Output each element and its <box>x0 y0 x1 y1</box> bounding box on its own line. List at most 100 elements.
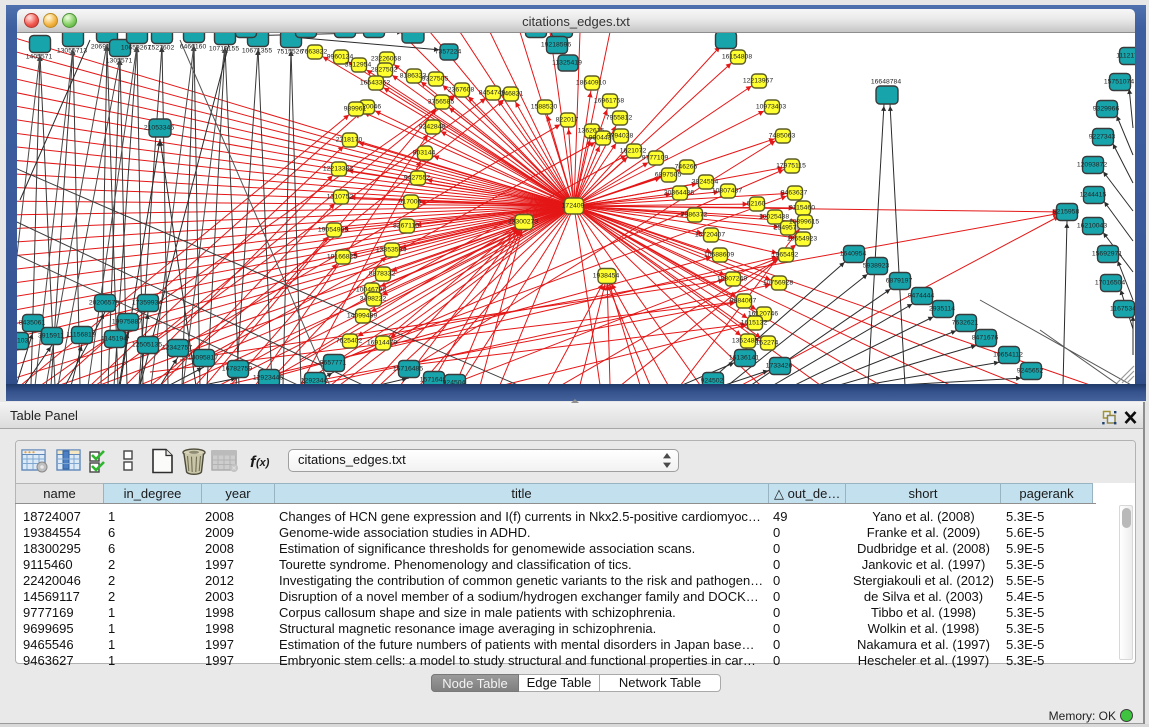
svg-text:9245652: 9245652 <box>1017 368 1044 375</box>
svg-text:746266: 746266 <box>675 164 698 171</box>
svg-text:18654923: 18654923 <box>787 236 817 243</box>
svg-text:172409: 172409 <box>562 203 585 210</box>
svg-text:1305571: 1305571 <box>106 58 133 65</box>
svg-text:12213382: 12213382 <box>323 166 353 173</box>
svg-text:6466160: 6466160 <box>180 44 207 51</box>
svg-text:21053346: 21053346 <box>144 125 174 132</box>
svg-text:1145194: 1145194 <box>101 336 127 343</box>
svg-text:9657771: 9657771 <box>320 360 347 367</box>
svg-text:20364436: 20364436 <box>664 190 694 197</box>
svg-text:6897505: 6897505 <box>655 172 682 179</box>
svg-text:11156819: 11156819 <box>66 332 95 339</box>
svg-text:9794028: 9794028 <box>607 133 634 140</box>
svg-text:2935114: 2935114 <box>929 306 955 313</box>
svg-text:9227343: 9227343 <box>1089 134 1116 141</box>
svg-text:917006: 917006 <box>399 199 422 206</box>
svg-text:16154808: 16154808 <box>722 54 752 61</box>
svg-text:12213967: 12213967 <box>743 78 773 85</box>
svg-text:8471676: 8471676 <box>972 335 999 342</box>
svg-text:1244415: 1244415 <box>1080 192 1107 199</box>
svg-text:3756585: 3756585 <box>428 99 455 106</box>
svg-text:13353594: 13353594 <box>376 247 406 254</box>
svg-text:7663822: 7663822 <box>301 49 328 56</box>
svg-text:16210043: 16210043 <box>1077 223 1107 230</box>
svg-text:19166825: 19166825 <box>327 254 357 261</box>
svg-text:3912954: 3912954 <box>345 62 372 69</box>
svg-text:9474444: 9474444 <box>908 293 935 300</box>
svg-text:15716485: 15716485 <box>393 366 423 373</box>
svg-text:8454749: 8454749 <box>479 90 506 97</box>
svg-text:2549575: 2549575 <box>774 225 801 232</box>
svg-text:62160: 62160 <box>747 201 766 208</box>
svg-text:9960124: 9960124 <box>327 54 354 61</box>
svg-text:5938923: 5938923 <box>863 263 890 270</box>
svg-text:7625402: 7625402 <box>336 338 363 345</box>
svg-text:10756928: 10756928 <box>763 280 793 287</box>
svg-text:1733426: 1733426 <box>766 363 793 370</box>
svg-text:15751074: 15751074 <box>1104 79 1134 86</box>
svg-text:12923446: 12923446 <box>253 375 283 382</box>
svg-text:9684067: 9684067 <box>730 298 757 305</box>
svg-text:7485063: 7485063 <box>769 133 796 140</box>
svg-text:10688609: 10688609 <box>704 252 734 259</box>
svg-text:10973403: 10973403 <box>756 104 786 111</box>
svg-text:3824554: 3824554 <box>692 179 719 186</box>
svg-text:16648784: 16648784 <box>871 79 901 86</box>
svg-text:803144: 803144 <box>413 150 436 157</box>
svg-text:2367608: 2367608 <box>448 87 475 94</box>
svg-text:822017: 822017 <box>556 117 579 124</box>
svg-text:9242848: 9242848 <box>419 124 446 131</box>
svg-text:7632621: 7632621 <box>952 320 979 327</box>
svg-text:17016504: 17016504 <box>1095 280 1125 287</box>
svg-text:17975115: 17975115 <box>776 163 806 170</box>
svg-text:9327505: 9327505 <box>422 76 449 83</box>
svg-text:1527602: 1527602 <box>148 45 175 52</box>
svg-text:12505135: 12505135 <box>132 342 162 349</box>
svg-text:19054985: 19054985 <box>318 227 348 234</box>
svg-text:8435061: 8435061 <box>19 320 46 327</box>
svg-text:14099489: 14099489 <box>347 313 377 320</box>
svg-text:2827502: 2827502 <box>371 67 398 74</box>
svg-text:7357224: 7357224 <box>435 49 462 56</box>
svg-text:16136141: 16136141 <box>729 355 759 362</box>
svg-text:12093872: 12093872 <box>1077 162 1107 169</box>
svg-text:10671355: 10671355 <box>242 48 272 55</box>
svg-text:16961758: 16961758 <box>594 98 624 105</box>
svg-text:23300273: 23300273 <box>508 219 538 226</box>
svg-text:1965492: 1965492 <box>772 252 799 259</box>
svg-text:1640954: 1640954 <box>840 251 867 258</box>
svg-text:10899615: 10899615 <box>789 219 819 226</box>
svg-text:10025438: 10025438 <box>759 214 789 221</box>
svg-text:9329966: 9329966 <box>1093 106 1120 113</box>
svg-text:10719155: 10719155 <box>209 46 239 53</box>
svg-text:13055713: 13055713 <box>57 48 87 55</box>
svg-text:1938454: 1938454 <box>593 273 620 280</box>
svg-text:18640910: 18640910 <box>576 80 606 87</box>
svg-text:7955812: 7955812 <box>606 115 633 122</box>
svg-text:16782759: 16782759 <box>222 366 252 373</box>
svg-text:1405571: 1405571 <box>26 54 53 61</box>
svg-text:10654112: 10654112 <box>993 352 1023 359</box>
svg-text:152274: 152274 <box>756 340 779 347</box>
svg-text:7515526: 7515526 <box>277 49 304 56</box>
svg-text:(x): (x) <box>256 457 270 469</box>
svg-text:8878332: 8878332 <box>369 271 396 278</box>
svg-text:8215958: 8215958 <box>1053 209 1080 216</box>
svg-text:11325419: 11325419 <box>552 60 582 67</box>
svg-text:15692971: 15692971 <box>1092 251 1122 258</box>
svg-text:9463627: 9463627 <box>781 190 808 197</box>
svg-text:17359934: 17359934 <box>132 300 162 307</box>
svg-text:9115460: 9115460 <box>789 205 815 212</box>
svg-text:10095817: 10095817 <box>188 355 218 362</box>
svg-text:1615132: 1615132 <box>741 320 768 327</box>
svg-text:7986372: 7986372 <box>681 212 708 219</box>
svg-text:3915911: 3915911 <box>38 333 64 340</box>
svg-text:9777109: 9777109 <box>642 155 669 162</box>
svg-text:15720407: 15720407 <box>695 232 725 239</box>
svg-text:20206578: 20206578 <box>89 300 119 307</box>
svg-text:1588520: 1588520 <box>531 104 558 111</box>
svg-text:10807487: 10807487 <box>712 188 742 195</box>
svg-text:264103: 264103 <box>17 338 29 345</box>
svg-text:12342757: 12342757 <box>162 345 192 352</box>
svg-text:1167534: 1167534 <box>1110 306 1135 313</box>
